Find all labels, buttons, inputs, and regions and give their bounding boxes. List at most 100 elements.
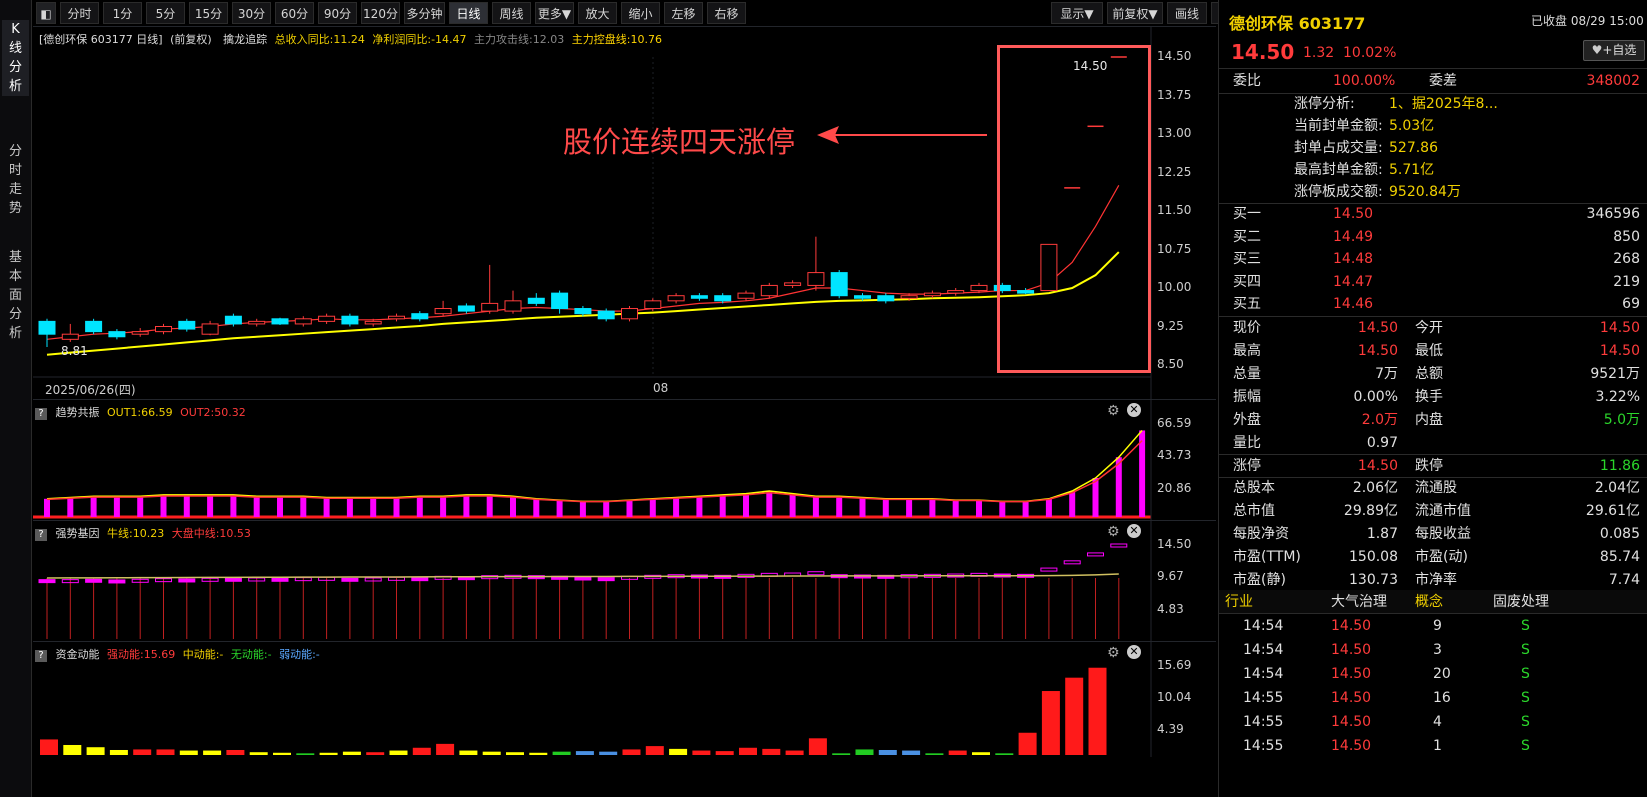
candlestick[interactable]	[807, 236, 825, 291]
candlestick[interactable]	[178, 318, 196, 332]
trend-bar	[976, 500, 982, 517]
candlestick[interactable]	[434, 300, 452, 317]
trend-bar	[952, 500, 959, 517]
trend-bar	[1022, 501, 1029, 517]
add-favorite-button[interactable]: ♥+自选	[1583, 40, 1645, 61]
momentum-bar	[109, 749, 128, 755]
period-button-1m[interactable]: 1分	[103, 2, 142, 24]
candlestick[interactable]	[947, 288, 965, 296]
more-dropdown[interactable]: 更多▼	[535, 2, 574, 24]
candlestick[interactable]	[457, 303, 475, 314]
candlestick[interactable]	[760, 282, 778, 299]
candlestick[interactable]	[737, 290, 755, 301]
period-button-5m[interactable]: 5分	[146, 2, 185, 24]
candlestick[interactable]	[667, 293, 685, 304]
candlestick[interactable]	[923, 290, 941, 299]
tick-side: S	[1521, 714, 1530, 730]
candlestick[interactable]	[201, 320, 219, 336]
period-button-15m[interactable]: 15分	[189, 2, 228, 24]
candlestick[interactable]	[131, 328, 149, 337]
annotation-arrow	[817, 126, 987, 144]
momentum-bar	[506, 752, 524, 755]
momentum-bar	[249, 752, 268, 755]
candlestick[interactable]	[248, 318, 266, 327]
candlestick[interactable]	[690, 293, 708, 301]
display-dropdown[interactable]: 显示▼	[1051, 2, 1103, 24]
candlestick[interactable]	[481, 264, 499, 314]
bid-row[interactable]: 买五 14.46 69	[1219, 292, 1647, 316]
draw-line-button[interactable]: 画线	[1167, 2, 1207, 24]
candlestick[interactable]	[341, 313, 359, 327]
limit-analysis-value: 5.03亿	[1389, 118, 1435, 134]
tab-fundamental-analysis[interactable]: 基 本 面 分 析	[2, 248, 29, 343]
gene-block	[38, 579, 56, 584]
period-button-60m[interactable]: 60分	[275, 2, 314, 24]
candlestick[interactable]	[504, 290, 522, 314]
tick-price: 14.50	[1331, 738, 1372, 754]
concept-link[interactable]: 固废处理	[1493, 590, 1549, 614]
candlestick[interactable]	[527, 293, 545, 306]
tab-k-line-analysis[interactable]: K 线 分 析	[2, 20, 29, 96]
zoom-out-button[interactable]: 缩小	[621, 2, 660, 24]
gene-block	[574, 576, 592, 581]
current-price: 14.50	[1231, 40, 1295, 64]
bid-row[interactable]: 买三 14.48 268	[1219, 247, 1647, 271]
trend-bar	[882, 498, 889, 517]
trend-bar	[370, 497, 377, 517]
industry-link[interactable]: 大气治理	[1331, 590, 1387, 614]
trend-bar	[1069, 491, 1076, 517]
stat-label: 每股收益	[1415, 526, 1471, 542]
limit-analysis-label: 封单占成交量:	[1294, 140, 1383, 156]
candlestick[interactable]	[155, 323, 172, 335]
candlestick[interactable]	[411, 311, 429, 322]
momentum-bar	[1041, 691, 1060, 755]
candlestick[interactable]	[551, 290, 569, 314]
fund-momentum-panel[interactable]: ? 资金动能 强动能:15.69 中动能:- 无动能:- 弱动能:- ⚙ ✕ 1…	[33, 641, 1216, 757]
candlestick[interactable]	[830, 270, 848, 299]
stat-value: 2.0万	[1361, 412, 1398, 428]
candlestick[interactable]	[294, 316, 312, 327]
trend-resonance-panel[interactable]: ? 趋势共振 OUT1:66.59 OUT2:50.32 ⚙ ✕ 66.59 4…	[33, 399, 1216, 520]
zoom-in-button[interactable]: 放大	[578, 2, 617, 24]
bid-row[interactable]: 买四 14.47 219	[1219, 270, 1647, 294]
bid-row[interactable]: 买一 14.50 346596	[1219, 202, 1647, 226]
candlestick[interactable]	[271, 317, 289, 325]
bid-row[interactable]: 买二 14.49 850	[1219, 225, 1647, 249]
period-button-120m[interactable]: 120分	[361, 2, 400, 24]
period-button-90m[interactable]: 90分	[318, 2, 357, 24]
period-button-daily[interactable]: 日线	[449, 2, 488, 24]
period-button-weekly[interactable]: 周线	[492, 2, 531, 24]
gene-block	[341, 577, 359, 582]
candlestick[interactable]	[85, 318, 103, 335]
strong-gene-panel[interactable]: ? 强势基因 牛线:10.23 大盘中线:10.53 ⚙ ✕ 14.50 9.6…	[33, 520, 1216, 641]
stat-value: 29.89亿	[1343, 503, 1398, 519]
candlestick[interactable]	[108, 329, 126, 340]
period-button-timeshare[interactable]: 分时	[60, 2, 99, 24]
candlestick[interactable]	[388, 313, 405, 322]
shift-left-button[interactable]: 左移	[664, 2, 703, 24]
stat-row: 涨停 14.50 跌停 11.86	[1219, 454, 1647, 478]
trend-bar	[789, 493, 796, 517]
candlestick[interactable]	[318, 313, 336, 324]
candlestick[interactable]	[877, 293, 895, 304]
stat-value: 2.06亿	[1352, 480, 1398, 496]
tick-volume: 3	[1433, 642, 1442, 658]
candlestick[interactable]	[38, 318, 56, 348]
tick-price: 14.50	[1331, 690, 1372, 706]
kline-panel[interactable]: [德创环保 603177 日线] (前复权) 擒龙追踪 总收入同比:11.24 …	[33, 26, 1216, 399]
candlestick[interactable]	[784, 280, 802, 288]
momentum-bar	[878, 749, 897, 755]
stat-label: 最高	[1233, 343, 1261, 359]
stat-value: 3.22%	[1595, 389, 1640, 405]
collapse-left-icon[interactable]: ◧	[36, 2, 56, 24]
stat-label: 外盘	[1233, 412, 1261, 428]
period-button-30m[interactable]: 30分	[232, 2, 271, 24]
adjust-dropdown[interactable]: 前复权▼	[1107, 2, 1163, 24]
stat-value: 14.50	[1599, 320, 1640, 336]
period-button-multi-minute[interactable]: 多分钟	[404, 2, 445, 24]
candlestick[interactable]	[621, 305, 638, 322]
candlestick[interactable]	[61, 323, 79, 342]
shift-right-button[interactable]: 右移	[707, 2, 746, 24]
stat-row: 市盈(TTM) 150.08 市盈(动) 85.74	[1219, 545, 1647, 569]
tab-intraday-trend[interactable]: 分 时 走 势	[2, 142, 29, 218]
